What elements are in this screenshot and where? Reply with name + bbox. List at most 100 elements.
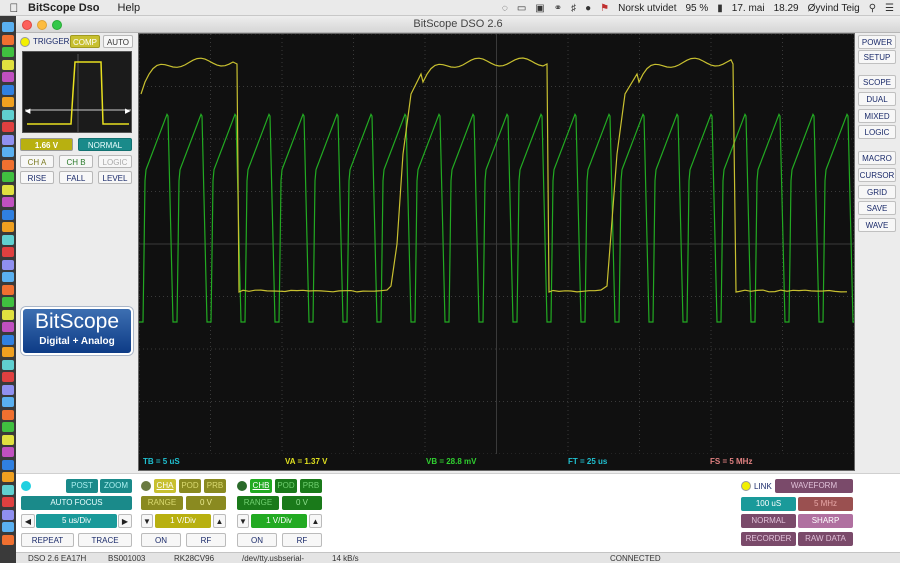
dock-app-icon[interactable] — [2, 347, 14, 357]
repeat-button[interactable]: REPEAT — [21, 533, 74, 547]
dock-app-icon[interactable] — [2, 460, 14, 470]
trigger-cha-button[interactable]: CH A — [20, 155, 54, 168]
search-icon[interactable]: ⚲ — [869, 3, 876, 14]
waveform-button[interactable]: WAVEFORM — [775, 479, 853, 493]
waveform-frequency-value[interactable]: 5 MHz — [798, 497, 853, 511]
mixed-button[interactable]: MIXED — [858, 109, 896, 123]
chb-scale-decrease-button[interactable]: ▼ — [237, 514, 249, 528]
dock-app-icon[interactable] — [2, 285, 14, 295]
setup-button[interactable]: SETUP — [858, 50, 896, 64]
waveform-sharp-button[interactable]: SHARP — [798, 514, 853, 528]
timebase-decrease-button[interactable]: ◀ — [21, 514, 35, 528]
airplay-icon[interactable]: ▭ — [517, 3, 526, 14]
dock-app-icon[interactable] — [2, 22, 14, 32]
apple-icon[interactable]:  — [0, 1, 28, 15]
wifi-icon[interactable]: ⚭ — [554, 3, 562, 14]
dock-app-icon[interactable] — [2, 397, 14, 407]
dock-app-icon[interactable] — [2, 297, 14, 307]
trigger-preview[interactable]: ◀ ▶ — [22, 51, 132, 133]
cha-scale-value[interactable]: 1 V/Div — [155, 514, 211, 528]
input-source[interactable]: Norsk utvidet — [618, 3, 676, 14]
volume-icon[interactable]: ♯ — [571, 3, 576, 14]
trace-button[interactable]: TRACE — [78, 533, 132, 547]
chb-pod-button[interactable]: POD — [275, 479, 297, 493]
dock-app-icon[interactable] — [2, 535, 14, 545]
trigger-level-button[interactable]: LEVEL — [98, 171, 132, 184]
autofocus-button[interactable]: AUTO FOCUS — [21, 496, 132, 510]
display-icon[interactable]: ▣ — [535, 3, 544, 14]
dock-app-icon[interactable] — [2, 185, 14, 195]
dock-app-icon[interactable] — [2, 172, 14, 182]
dock-app-icon[interactable] — [2, 197, 14, 207]
chb-range-button[interactable]: RANGE — [237, 496, 279, 510]
zoom-window-button[interactable] — [52, 20, 62, 30]
dock-app-icon[interactable] — [2, 222, 14, 232]
scope-button[interactable]: SCOPE — [858, 75, 896, 89]
cha-scale-increase-button[interactable]: ▲ — [213, 514, 226, 528]
chb-button[interactable]: CHB — [250, 479, 272, 493]
flag-icon[interactable]: ⚑ — [600, 3, 609, 14]
dock-app-icon[interactable] — [2, 335, 14, 345]
waveform-normal-button[interactable]: NORMAL — [741, 514, 796, 528]
battery-icon[interactable]: ▮ — [717, 3, 723, 14]
chb-prb-button[interactable]: PRB — [300, 479, 322, 493]
cha-button[interactable]: CHA — [154, 479, 176, 493]
cha-on-button[interactable]: ON — [141, 533, 181, 547]
battery-percent[interactable]: 95 % — [685, 3, 708, 14]
dock-app-icon[interactable] — [2, 522, 14, 532]
close-window-button[interactable] — [22, 20, 32, 30]
grid-button[interactable]: GRID — [858, 185, 896, 199]
cha-range-button[interactable]: RANGE — [141, 496, 183, 510]
recorder-button[interactable]: RECORDER — [741, 532, 796, 546]
dock-app-icon[interactable] — [2, 447, 14, 457]
trigger-logic-button[interactable]: LOGIC — [98, 155, 132, 168]
chb-scale-increase-button[interactable]: ▲ — [309, 514, 322, 528]
dock-app-icon[interactable] — [2, 160, 14, 170]
trigger-mode-button[interactable]: NORMAL — [78, 138, 132, 151]
dock-app-icon[interactable] — [2, 235, 14, 245]
dock-app-icon[interactable] — [2, 385, 14, 395]
dock-app-icon[interactable] — [2, 147, 14, 157]
cha-scale-decrease-button[interactable]: ▼ — [141, 514, 153, 528]
scope-display[interactable]: TB = 5 uS VA = 1.37 V VB = 28.8 mV FT = … — [138, 33, 855, 471]
menubar-user[interactable]: Øyvind Teig — [808, 3, 860, 14]
chb-on-button[interactable]: ON — [237, 533, 277, 547]
dock-app-icon[interactable] — [2, 435, 14, 445]
wave-button[interactable]: WAVE — [858, 218, 896, 232]
trigger-chb-button[interactable]: CH B — [59, 155, 93, 168]
raw-data-button[interactable]: RAW DATA — [798, 532, 853, 546]
dock-app-icon[interactable] — [2, 497, 14, 507]
chb-rf-button[interactable]: RF — [282, 533, 322, 547]
timebase-increase-button[interactable]: ▶ — [118, 514, 132, 528]
dock-app-icon[interactable] — [2, 122, 14, 132]
logic-button[interactable]: LOGIC — [858, 125, 896, 139]
cha-prb-button[interactable]: PRB — [204, 479, 226, 493]
cha-pod-button[interactable]: POD — [179, 479, 201, 493]
dock-app-icon[interactable] — [2, 510, 14, 520]
dock-app-icon[interactable] — [2, 360, 14, 370]
menubar-date[interactable]: 17. mai — [732, 3, 765, 14]
dual-button[interactable]: DUAL — [858, 92, 896, 106]
minimize-window-button[interactable] — [37, 20, 47, 30]
dock-app-icon[interactable] — [2, 210, 14, 220]
dock-app-icon[interactable] — [2, 272, 14, 282]
macro-button[interactable]: MACRO — [858, 151, 896, 165]
dock-app-icon[interactable] — [2, 485, 14, 495]
chb-scale-value[interactable]: 1 V/Div — [251, 514, 307, 528]
dock-app-icon[interactable] — [2, 322, 14, 332]
dock-app-icon[interactable] — [2, 35, 14, 45]
menubar-time[interactable]: 18.29 — [774, 3, 799, 14]
waveform-period-value[interactable]: 100 uS — [741, 497, 796, 511]
save-button[interactable]: SAVE — [858, 201, 896, 215]
dock-app-icon[interactable] — [2, 310, 14, 320]
dock-app-icon[interactable] — [2, 422, 14, 432]
menu-help[interactable]: Help — [118, 2, 141, 14]
trigger-auto-button[interactable]: AUTO — [103, 35, 133, 48]
lock-icon[interactable]: ● — [585, 3, 591, 14]
dock-app-icon[interactable] — [2, 247, 14, 257]
post-button[interactable]: POST — [66, 479, 98, 493]
dock-app-icon[interactable] — [2, 60, 14, 70]
power-button[interactable]: POWER — [858, 35, 896, 49]
trigger-level-value[interactable]: 1.66 V — [20, 138, 73, 151]
zoom-button[interactable]: ZOOM — [100, 479, 132, 493]
